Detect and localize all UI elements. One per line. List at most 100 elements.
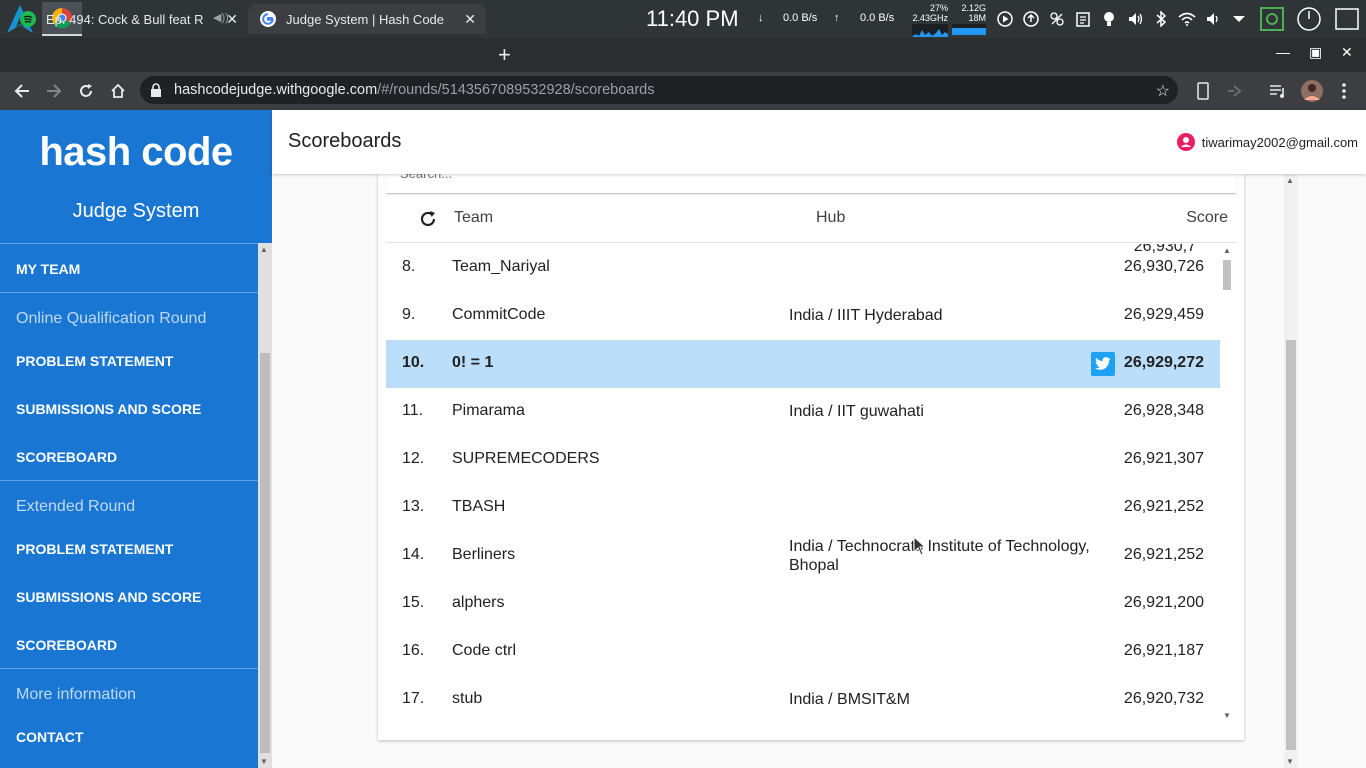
clipboard-icon[interactable]: [1073, 9, 1093, 29]
bluetooth-icon[interactable]: [1151, 9, 1171, 29]
user-account[interactable]: tiwarimay2002@gmail.com: [1176, 133, 1358, 151]
wifi-icon[interactable]: [1177, 9, 1197, 29]
minimize-icon[interactable]: —: [1276, 44, 1290, 60]
score: 26,920,732: [1123, 690, 1204, 707]
score: 26,929,272: [1123, 354, 1204, 371]
nav-contact[interactable]: CONTACT: [16, 729, 83, 745]
scrollbar-thumb[interactable]: [260, 353, 270, 753]
table-row[interactable]: 15. alphers 26,921,200: [386, 580, 1220, 628]
table-row[interactable]: 11. Pimarama India / IIT guwahati 26,928…: [386, 388, 1220, 436]
extension-icon[interactable]: [1225, 81, 1245, 101]
upload-rate: 0.0 B/s: [860, 12, 895, 24]
nav-extended-scoreboard[interactable]: SCOREBOARD: [16, 637, 117, 653]
hash-code-logo[interactable]: hash code: [0, 130, 272, 175]
table-row-own-team[interactable]: 10. 0! = 1 26,929,272: [386, 340, 1220, 388]
table-row[interactable]: 16. Code ctrl 26,921,187: [386, 628, 1220, 676]
table-row[interactable]: 14. Berliners India / Technocrats Instit…: [386, 532, 1220, 580]
team-name: Pimarama: [452, 402, 525, 419]
maximize-icon[interactable]: ▣: [1309, 44, 1322, 61]
nav-online-scoreboard[interactable]: SCOREBOARD: [16, 449, 117, 465]
table-row[interactable]: 17. stub India / BMSIT&M 26,920,732: [386, 676, 1220, 722]
sidebar-scrollbar[interactable]: ▲ ▼: [258, 243, 272, 768]
app-sidebar: hash code Judge System MY TEAM Online Qu…: [0, 110, 272, 768]
reload-icon[interactable]: [75, 80, 97, 102]
rank: 17.: [402, 690, 425, 707]
upload-arrow-icon: ↑: [834, 12, 840, 24]
section-more-information: More information: [16, 686, 137, 703]
media-queue-icon[interactable]: [1268, 81, 1288, 101]
refresh-icon[interactable]: [418, 209, 438, 229]
lock-icon[interactable]: [150, 83, 162, 102]
close-window-icon[interactable]: ✕: [1341, 44, 1353, 61]
forward-icon[interactable]: [43, 80, 65, 102]
clock[interactable]: 11:40 PM: [646, 6, 739, 32]
cpu-graph: [912, 24, 948, 37]
team-name: alphers: [452, 594, 505, 611]
profile-avatar[interactable]: [1300, 79, 1324, 103]
bookmark-star-icon[interactable]: ☆: [1156, 81, 1170, 101]
scrollbar-thumb[interactable]: [1286, 340, 1296, 750]
table-row[interactable]: 8. Team_Nariyal 26,930,726: [386, 244, 1220, 292]
account-icon: [1176, 133, 1195, 151]
spotify-icon: [20, 11, 36, 27]
address-bar[interactable]: hashcodejudge.withgoogle.com/#/rounds/51…: [140, 76, 1178, 104]
sound-icon[interactable]: [1203, 9, 1223, 29]
twitter-share-icon[interactable]: [1091, 352, 1115, 376]
system-monitor-icon[interactable]: [1260, 7, 1284, 31]
rank: 8.: [402, 258, 416, 275]
tab-spotify[interactable]: Ep. 494: Cock & Bull feat R ◀)) ✕: [8, 4, 248, 34]
column-header-hub: Hub: [816, 209, 846, 226]
url-text[interactable]: hashcodejudge.withgoogle.com/#/rounds/51…: [174, 82, 655, 98]
table-row[interactable]: 13. TBASH 26,921,252: [386, 484, 1220, 532]
scroll-down-arrow-icon[interactable]: ▼: [1286, 757, 1294, 766]
tab-title: Ep. 494: Cock & Bull feat R: [46, 11, 204, 27]
scoreboard-rows: 26,930,7 8. Team_Nariyal 26,930,726 9. C…: [386, 244, 1220, 722]
score: 26,929,459: [1123, 306, 1204, 323]
table-scrollbar[interactable]: ▲ ▼: [1220, 244, 1234, 722]
power-icon[interactable]: [1296, 6, 1322, 32]
show-desktop-icon[interactable]: [1334, 6, 1360, 32]
lightbulb-icon[interactable]: [1099, 9, 1119, 29]
nav-extended-submissions[interactable]: SUBMISSIONS AND SCORE: [16, 589, 201, 605]
column-header-team: Team: [454, 209, 494, 226]
rank: 9.: [402, 306, 416, 323]
score: 26,928,348: [1123, 402, 1204, 419]
back-icon[interactable]: [11, 80, 33, 102]
nav-extended-problem-statement[interactable]: PROBLEM STATEMENT: [16, 541, 173, 557]
update-icon[interactable]: [1021, 9, 1041, 29]
tab-judge-system[interactable]: Judge System | Hash Code ✕: [248, 4, 486, 34]
section-extended-round: Extended Round: [16, 498, 136, 515]
rank: 12.: [402, 450, 425, 467]
browser-tab-strip: [0, 38, 1366, 72]
table-row[interactable]: 12. SUPREMECODERS 26,921,307: [386, 436, 1220, 484]
scrollbar-thumb[interactable]: [1223, 260, 1231, 290]
scroll-down-arrow-icon[interactable]: ▼: [1223, 711, 1231, 720]
close-tab-icon[interactable]: ✕: [226, 11, 238, 28]
score: 26,921,200: [1123, 594, 1204, 611]
scroll-down-arrow-icon[interactable]: ▼: [260, 757, 268, 766]
page-scrollbar[interactable]: ▲ ▼: [1284, 174, 1298, 768]
network-tools-icon[interactable]: [1047, 9, 1067, 29]
new-tab-icon[interactable]: +: [498, 42, 511, 68]
scroll-up-arrow-icon[interactable]: ▲: [1223, 246, 1231, 255]
score: 26,930,726: [1123, 258, 1204, 275]
nav-online-problem-statement[interactable]: PROBLEM STATEMENT: [16, 353, 173, 369]
tray-expand-icon[interactable]: [1229, 9, 1249, 29]
scroll-up-arrow-icon[interactable]: ▲: [1286, 176, 1294, 185]
rank: 14.: [402, 546, 425, 563]
score: 26,921,252: [1123, 498, 1204, 515]
nav-online-submissions[interactable]: SUBMISSIONS AND SCORE: [16, 401, 201, 417]
scroll-up-arrow-icon[interactable]: ▲: [260, 245, 268, 254]
browser-menu-icon[interactable]: [1334, 81, 1354, 101]
nav-my-team[interactable]: MY TEAM: [16, 261, 80, 277]
home-icon[interactable]: [107, 80, 129, 102]
volume-icon[interactable]: [1125, 9, 1145, 29]
table-row[interactable]: 9. CommitCode India / IIIT Hyderabad 26,…: [386, 292, 1220, 340]
phone-extension-icon[interactable]: [1193, 81, 1213, 101]
divider: [0, 668, 258, 669]
close-tab-icon[interactable]: ✕: [464, 11, 476, 28]
google-icon: [260, 11, 276, 27]
media-play-icon[interactable]: [995, 9, 1015, 29]
download-rate: 0.0 B/s: [783, 12, 818, 24]
url-path: /#/rounds/5143567089532928/scoreboards: [377, 82, 655, 98]
